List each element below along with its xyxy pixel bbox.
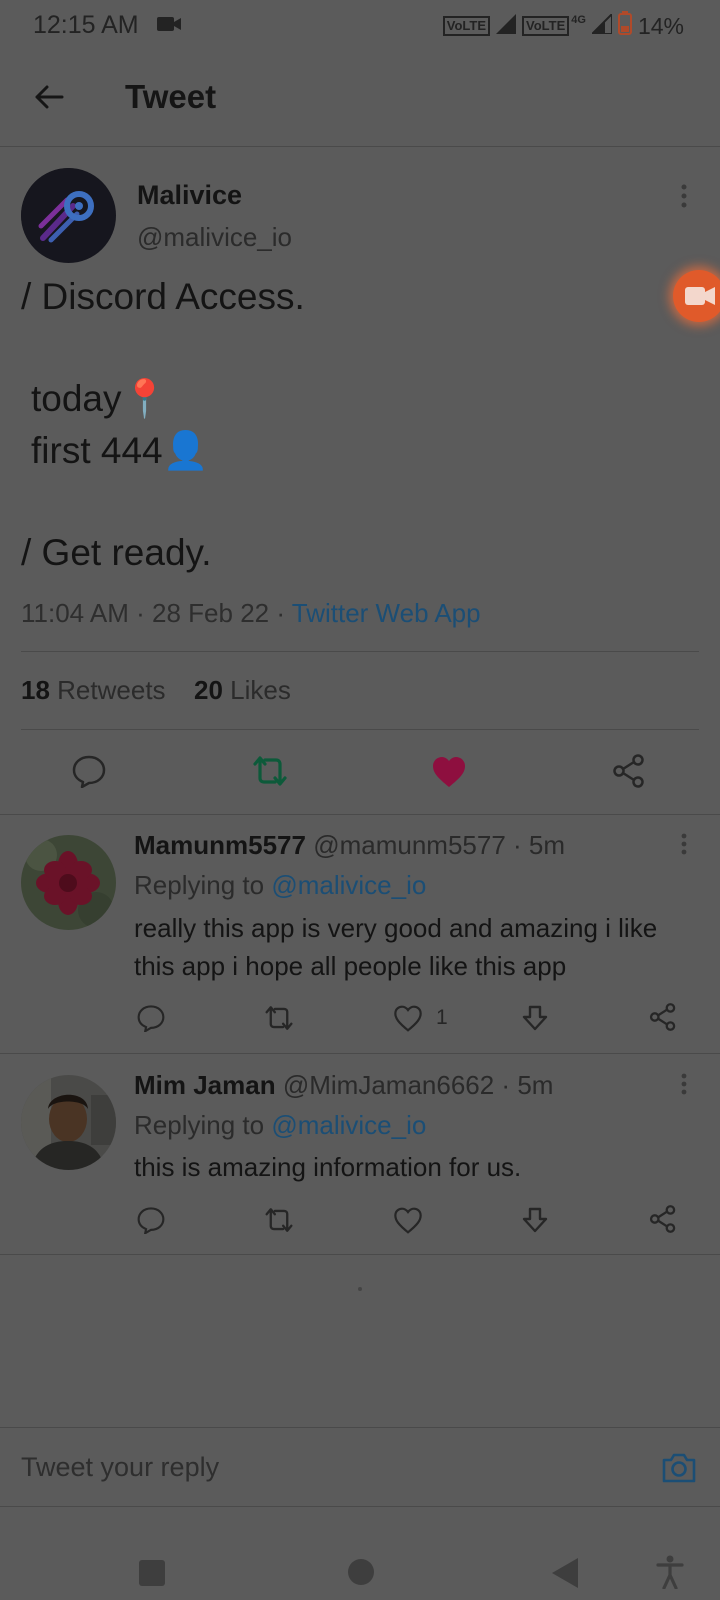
accessibility-icon[interactable] xyxy=(656,1555,684,1589)
share-icon[interactable] xyxy=(612,754,646,788)
tweet-text-line: first 444👤 xyxy=(31,430,209,471)
back-arrow-icon[interactable] xyxy=(32,80,66,114)
divider xyxy=(0,1053,720,1054)
volte-badge-2: VoLTE xyxy=(522,16,570,36)
download-icon[interactable] xyxy=(521,1004,549,1032)
status-indicators: VoLTE VoLTE 4G 14% xyxy=(442,11,684,41)
reply-text: really this app is very good and amazing… xyxy=(134,913,658,981)
divider xyxy=(0,1254,720,1255)
like-heart-icon[interactable] xyxy=(393,1005,423,1032)
back-triangle-icon[interactable] xyxy=(551,1557,579,1589)
share-icon[interactable] xyxy=(649,1205,677,1233)
battery-level: 14% xyxy=(637,12,684,39)
signal-icon-2 xyxy=(589,11,613,40)
reply-icon[interactable] xyxy=(72,754,106,788)
likes-label[interactable]: Likes xyxy=(230,675,291,705)
tweet-text-line: / Get ready. xyxy=(21,532,212,573)
status-bar: 12:15 AM VoLTE VoLTE 4G 14% xyxy=(0,0,720,52)
divider xyxy=(0,814,720,815)
tweet-timestamp: 11:04 AM · 28 Feb 22 · xyxy=(21,598,292,628)
signal-icon xyxy=(496,13,517,40)
home-circle-icon[interactable] xyxy=(347,1558,375,1586)
retweets-label[interactable]: Retweets xyxy=(57,675,165,705)
replying-to-handle[interactable]: @malivice_io xyxy=(271,1110,426,1140)
download-icon[interactable] xyxy=(521,1206,549,1234)
replying-to-label: Replying to xyxy=(134,1110,272,1140)
battery-icon xyxy=(617,11,632,41)
tweet-stats: 18 Retweets 20 Likes xyxy=(21,675,291,706)
page-title: Tweet xyxy=(125,78,217,115)
retweets-count[interactable]: 18 xyxy=(21,675,50,705)
author-name[interactable]: Malivice xyxy=(137,180,242,211)
reply-text: this is amazing information for us. xyxy=(134,1152,522,1182)
divider xyxy=(21,729,699,730)
replying-to-handle[interactable]: @malivice_io xyxy=(271,870,426,900)
reply-header: Mamunm5577 @mamunm5577 · 5m xyxy=(134,830,565,861)
reply-compose-bar[interactable]: Tweet your reply xyxy=(0,1427,720,1507)
retweet-icon[interactable] xyxy=(263,1206,295,1234)
reply-header: Mim Jaman @MimJaman6662 · 5m xyxy=(134,1070,553,1101)
retweet-icon[interactable] xyxy=(251,754,289,788)
divider xyxy=(21,651,699,652)
reply-like-count: 1 xyxy=(436,1006,448,1029)
camera-icon[interactable] xyxy=(661,1450,697,1484)
reply-input[interactable]: Tweet your reply xyxy=(21,1452,219,1483)
replying-to: Replying to @malivice_io xyxy=(134,870,426,901)
tweet-text-line: / Discord Access. xyxy=(21,276,305,317)
more-options-icon[interactable] xyxy=(681,833,687,855)
author-handle[interactable]: @malivice_io xyxy=(137,222,292,253)
top-app-bar: Tweet xyxy=(0,52,720,147)
reply-author-handle[interactable]: @MimJaman6662 · 5m xyxy=(283,1070,554,1100)
record-camera-icon xyxy=(685,287,715,305)
tweet-meta: 11:04 AM · 28 Feb 22 · Twitter Web App xyxy=(21,598,481,629)
video-camera-icon xyxy=(156,14,182,39)
like-heart-icon[interactable] xyxy=(393,1207,423,1234)
tweet-source-link[interactable]: Twitter Web App xyxy=(292,598,481,628)
more-options-icon[interactable] xyxy=(681,184,687,208)
share-icon[interactable] xyxy=(649,1003,677,1031)
author-avatar[interactable] xyxy=(21,168,116,263)
tweet-text-line: today📍 xyxy=(31,378,168,419)
more-options-icon[interactable] xyxy=(681,1073,687,1095)
replying-to: Replying to @malivice_io xyxy=(134,1110,426,1141)
reply-author-handle[interactable]: @mamunm5577 · 5m xyxy=(313,830,565,860)
screen-record-button[interactable] xyxy=(673,270,720,322)
recents-square-icon[interactable] xyxy=(138,1559,166,1587)
network-type: 4G xyxy=(571,14,586,26)
flower-photo-icon xyxy=(21,835,116,930)
reply-author-name[interactable]: Mamunm5577 xyxy=(134,830,306,860)
retweet-icon[interactable] xyxy=(263,1004,295,1032)
system-nav-bar xyxy=(0,1505,720,1600)
like-heart-filled-icon[interactable] xyxy=(432,756,466,788)
replying-to-label: Replying to xyxy=(134,870,272,900)
volte-badge: VoLTE xyxy=(442,16,491,36)
reply-avatar[interactable] xyxy=(21,1075,116,1170)
reply-icon[interactable] xyxy=(137,1004,165,1032)
person-photo-icon xyxy=(21,1075,116,1170)
status-time: 12:15 AM xyxy=(33,11,139,39)
reply-author-name[interactable]: Mim Jaman xyxy=(134,1070,276,1100)
reply-icon[interactable] xyxy=(137,1206,165,1234)
malivice-logo-icon xyxy=(21,168,115,262)
loading-indicator xyxy=(358,1287,362,1291)
likes-count[interactable]: 20 xyxy=(194,675,223,705)
reply-avatar[interactable] xyxy=(21,835,116,930)
